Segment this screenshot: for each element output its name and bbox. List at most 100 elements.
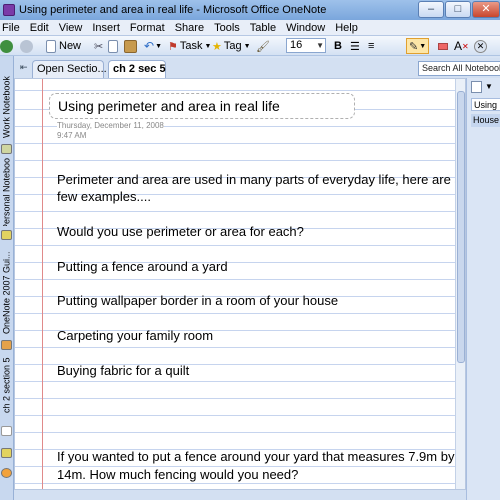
menu-edit[interactable]: Edit xyxy=(25,22,54,34)
tab-open-sections[interactable]: Open Sectio... xyxy=(32,60,107,78)
notebook-navigation-bar: Work Notebook Personal Notebook OneNote … xyxy=(0,56,14,500)
new-page-icon[interactable] xyxy=(471,81,482,93)
scrollbar-thumb[interactable] xyxy=(457,91,465,363)
search-placeholder: Search All Notebooks xyxy=(422,63,500,73)
close-circle-icon: ✕ xyxy=(474,39,487,53)
note-line[interactable]: Carpeting your family room xyxy=(57,328,213,343)
menu-tools[interactable]: Tools xyxy=(209,22,245,34)
chevron-down-icon: ▼ xyxy=(243,42,251,50)
notebook-tab-ch2-section5[interactable]: ch 2 section 5 xyxy=(0,354,13,416)
notebook-icon xyxy=(1,448,12,458)
numbering-button[interactable]: ≡ xyxy=(368,38,374,54)
menu-table[interactable]: Table xyxy=(245,22,281,34)
forward-arrow-icon xyxy=(20,39,33,53)
menu-format[interactable]: Format xyxy=(125,22,170,34)
note-line[interactable]: Putting wallpaper border in a room of yo… xyxy=(57,293,338,308)
forward-button[interactable] xyxy=(20,38,33,54)
new-label: New xyxy=(59,40,82,52)
tag-button[interactable]: ★ Tag ▼ xyxy=(212,38,251,54)
notebook-icon xyxy=(1,230,12,240)
chevron-down-icon: ▼ xyxy=(204,42,212,50)
eraser-button[interactable] xyxy=(438,38,448,54)
bullets-button[interactable]: ☰ xyxy=(350,38,360,54)
back-button[interactable] xyxy=(0,38,13,54)
menu-share[interactable]: Share xyxy=(170,22,209,34)
expand-icon[interactable]: ⇤ xyxy=(20,62,28,73)
note-line[interactable]: If you wanted to put a fence around your… xyxy=(57,449,454,464)
tab-active-section[interactable]: ch 2 sec 5 xyxy=(108,60,166,78)
tag-label: Tag xyxy=(223,40,242,52)
copy-icon xyxy=(108,39,118,53)
page-tab-using[interactable]: Using xyxy=(471,98,500,111)
tab-active-section-label: ch 2 sec 5 xyxy=(113,63,166,75)
close-button[interactable]: ✕ xyxy=(472,1,500,18)
page-title-container[interactable]: Using perimeter and area in real life xyxy=(49,93,355,119)
note-line[interactable]: Would you use perimeter or area for each… xyxy=(57,224,304,239)
unfiled-notes-icon[interactable] xyxy=(1,468,12,478)
title-bar: Using perimeter and area in real life - … xyxy=(0,0,500,20)
standard-toolbar: New ✂ ↶ ▼ ⚑ Task ▼ ★ Tag ▼ 🖌 16 ▼ B ☰ ≡ … xyxy=(0,36,500,56)
menu-insert[interactable]: Insert xyxy=(87,22,125,34)
note-line[interactable]: Perimeter and area are used in many part… xyxy=(57,172,462,187)
flag-icon: ⚑ xyxy=(168,40,178,53)
chevron-down-icon: ▼ xyxy=(419,42,427,50)
bottom-edge xyxy=(14,490,466,500)
scissors-icon: ✂ xyxy=(94,40,104,53)
undo-button[interactable]: ↶ ▼ xyxy=(144,38,162,54)
menu-window[interactable]: Window xyxy=(281,22,330,34)
task-label: Task xyxy=(179,40,203,52)
notebook-tab-work[interactable]: Work Notebook xyxy=(0,72,13,142)
notebook-icon xyxy=(1,340,12,350)
chevron-down-icon: ▼ xyxy=(155,42,162,50)
notebook-tab-personal[interactable]: Personal Notebook xyxy=(0,158,13,226)
bold-button[interactable]: B xyxy=(334,38,342,54)
highlighter-icon: ✎ xyxy=(409,40,419,53)
paste-button[interactable] xyxy=(124,38,137,54)
search-input[interactable]: Search All Notebooks xyxy=(418,61,500,76)
minimize-button[interactable]: – xyxy=(418,1,444,18)
format-painter-button[interactable]: 🖌 xyxy=(256,38,270,54)
tab-open-sections-label: Open Sectio... xyxy=(37,63,107,75)
note-line[interactable]: Buying fabric for a quilt xyxy=(57,363,189,378)
chevron-down-icon[interactable]: ▼ xyxy=(485,82,493,91)
bullets-icon: ☰ xyxy=(350,40,360,53)
clear-format-label: A xyxy=(454,39,463,53)
page-date: Thursday, December 11, 2008 xyxy=(57,121,164,130)
close-note-button[interactable]: ✕ xyxy=(474,38,487,54)
margin-line xyxy=(42,79,43,489)
section-tab-row: ⇤ Open Sectio... ch 2 sec 5 Search All N… xyxy=(14,58,500,78)
new-page-button[interactable]: New xyxy=(46,38,81,54)
highlight-button[interactable]: ✎ ▼ xyxy=(406,38,430,54)
eraser-icon xyxy=(438,42,448,50)
section-icon xyxy=(1,426,12,436)
maximize-button[interactable]: □ xyxy=(445,1,471,18)
note-line[interactable]: 14m. How much fencing would you need? xyxy=(57,467,298,482)
menu-file[interactable]: File xyxy=(0,22,25,34)
clear-format-icon: ✕ xyxy=(462,41,469,51)
undo-icon: ↶ xyxy=(144,39,155,53)
note-line[interactable]: few examples.... xyxy=(57,189,151,204)
back-arrow-icon xyxy=(0,39,13,53)
copy-button[interactable] xyxy=(108,38,118,54)
paste-icon xyxy=(124,39,137,53)
paintbrush-icon: 🖌 xyxy=(256,40,270,53)
font-size-select[interactable]: 16 ▼ xyxy=(286,38,326,53)
cut-button[interactable]: ✂ xyxy=(94,38,107,54)
note-line[interactable]: Putting a fence around a yard xyxy=(57,259,228,274)
font-size-value: 16 xyxy=(290,39,303,51)
menu-help[interactable]: Help xyxy=(330,22,363,34)
menu-bar: File Edit View Insert Format Share Tools… xyxy=(0,20,500,36)
menu-view[interactable]: View xyxy=(54,22,88,34)
page-title[interactable]: Using perimeter and area in real life xyxy=(58,98,280,114)
star-icon: ★ xyxy=(212,40,222,53)
task-button[interactable]: ⚑ Task ▼ xyxy=(168,38,211,54)
page-time: 9:47 AM xyxy=(57,131,87,140)
note-page[interactable]: Using perimeter and area in real life Th… xyxy=(14,78,466,490)
notebook-tab-onenote-guide[interactable]: OneNote 2007 Gui... xyxy=(0,248,13,338)
page-tab-house[interactable]: House xyxy=(471,114,500,127)
vertical-scrollbar[interactable] xyxy=(455,79,465,489)
notebook-icon xyxy=(1,144,12,154)
window-title: Using perimeter and area in real life - … xyxy=(19,4,327,16)
onenote-app-icon[interactable] xyxy=(3,4,15,16)
clear-format-button[interactable]: A ✕ xyxy=(454,38,469,54)
